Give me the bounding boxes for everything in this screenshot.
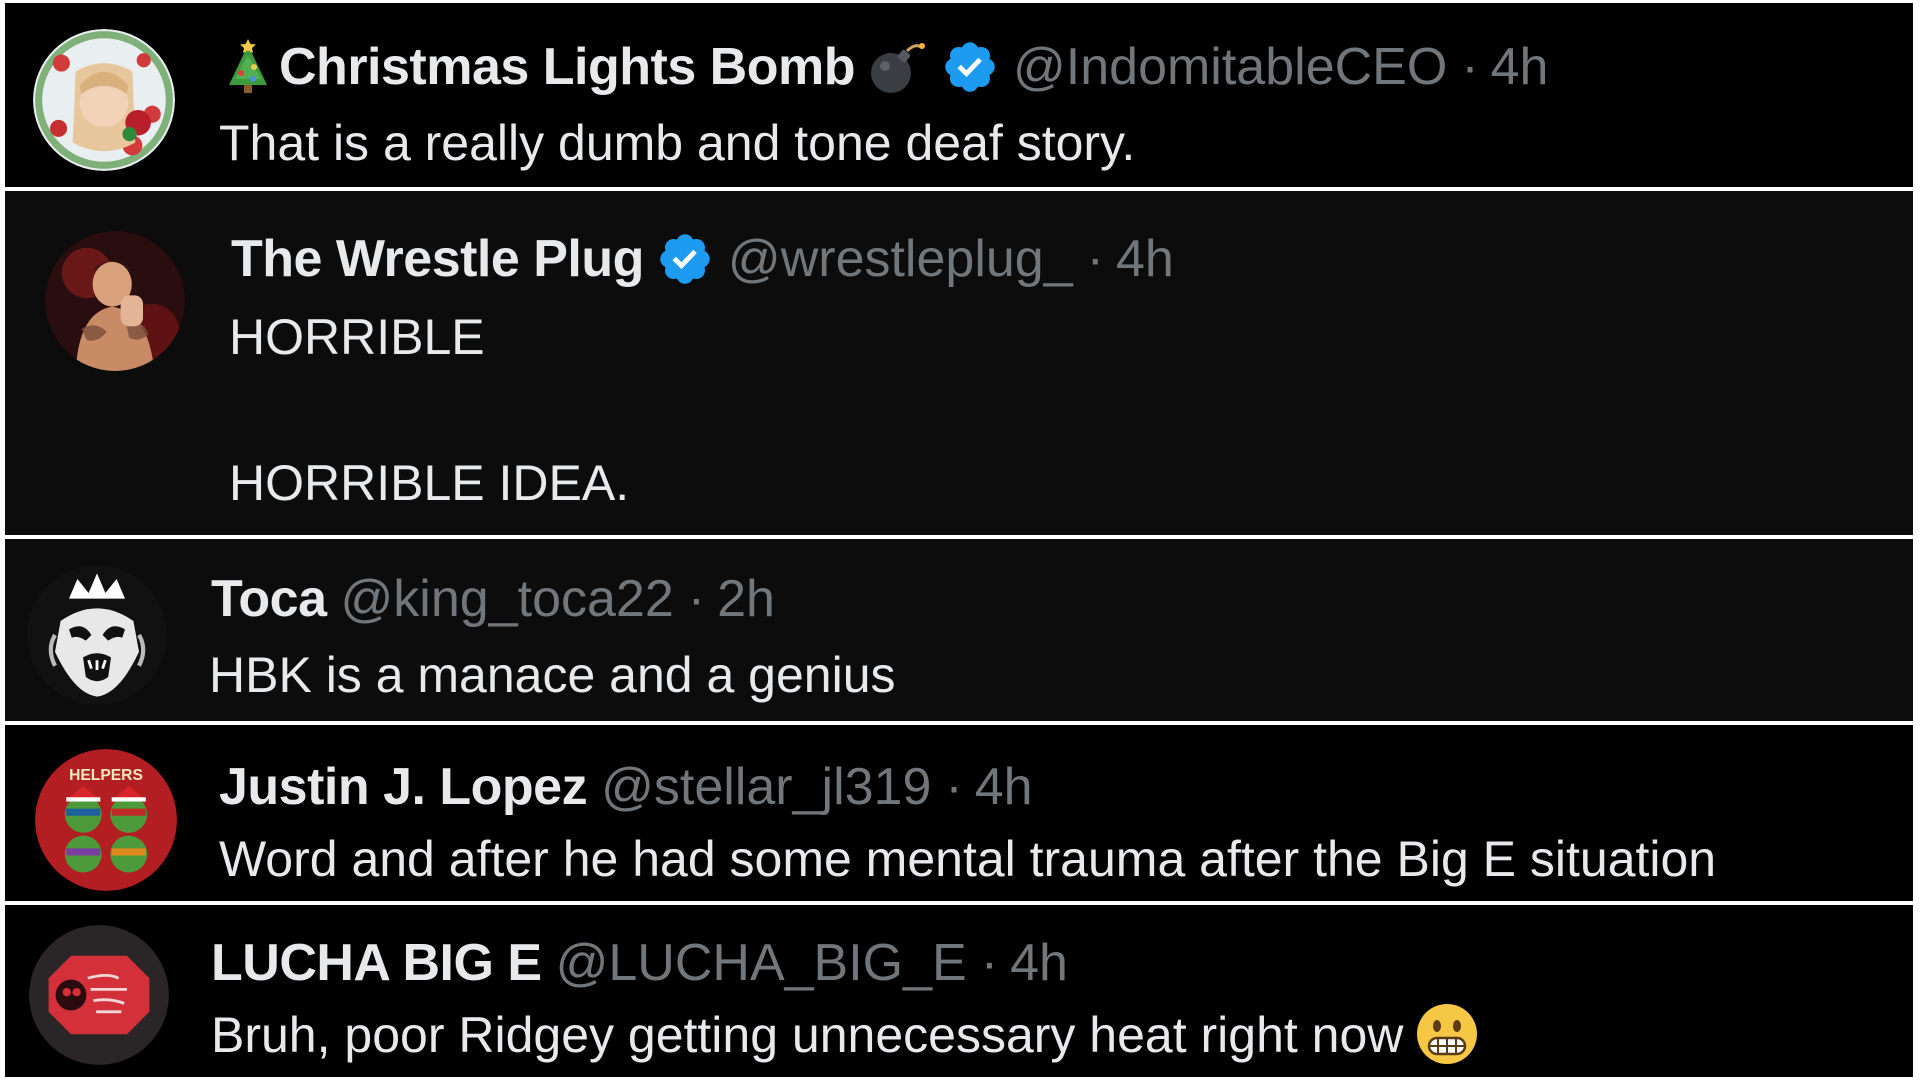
tweet-text: Bruh, poor Ridgey getting unnecessary he… xyxy=(211,1002,1479,1066)
tweet-header: Justin J. Lopez @stellar_jl319 · 4h xyxy=(219,757,1033,817)
avatar-helpers-text: HELPERS xyxy=(69,767,143,784)
display-name[interactable]: Justin J. Lopez xyxy=(219,757,588,817)
tweet-header: Christmas Lights Bomb @IndomitableCEO · … xyxy=(223,37,1548,97)
verified-badge-icon xyxy=(941,38,999,96)
grimacing-face-icon xyxy=(1415,1002,1479,1066)
tweet-text-line: HBK is a manace and a genius xyxy=(209,647,896,703)
avatar[interactable] xyxy=(45,231,185,371)
user-handle[interactable]: @stellar_jl319 xyxy=(601,757,931,817)
separator-dot: · xyxy=(1086,230,1104,288)
user-handle[interactable]: @wrestleplug_ xyxy=(728,229,1073,289)
tweet-text-line: That is a really dumb and tone deaf stor… xyxy=(219,115,1136,171)
tweet-reply[interactable]: LUCHA BIG E @LUCHA_BIG_E · 4h Bruh, poor… xyxy=(2,902,1916,1080)
display-name[interactable]: Christmas Lights Bomb xyxy=(279,37,856,97)
user-handle[interactable]: @king_toca22 xyxy=(341,569,674,629)
user-handle[interactable]: @IndomitableCEO xyxy=(1013,37,1447,97)
separator-dot: · xyxy=(945,758,963,816)
separator-dot: · xyxy=(980,934,999,992)
timestamp[interactable]: 4h xyxy=(975,757,1033,817)
avatar[interactable] xyxy=(27,565,167,705)
display-name[interactable]: LUCHA BIG E xyxy=(211,933,542,993)
reply-screenshot-collage: Christmas Lights Bomb @IndomitableCEO · … xyxy=(0,0,1920,1080)
tweet-header: LUCHA BIG E @LUCHA_BIG_E · 4h xyxy=(211,933,1068,993)
verified-badge-icon xyxy=(656,230,714,288)
tweet-reply[interactable]: The Wrestle Plug @wrestleplug_ · 4h HORR… xyxy=(2,188,1916,538)
timestamp[interactable]: 4h xyxy=(1116,229,1174,289)
avatar[interactable]: HELPERS xyxy=(35,749,177,891)
tweet-text-line: Word and after he had some mental trauma… xyxy=(219,831,1717,887)
display-name[interactable]: Toca xyxy=(211,569,327,629)
christmas-tree-icon xyxy=(223,39,273,95)
separator-dot: · xyxy=(1461,38,1479,96)
tweet-reply[interactable]: Christmas Lights Bomb @IndomitableCEO · … xyxy=(2,0,1916,190)
timestamp[interactable]: 2h xyxy=(717,569,775,629)
tweet-text-line: HORRIBLE IDEA. xyxy=(229,455,630,511)
tweet-text: Word and after he had some mental trauma… xyxy=(219,829,1716,889)
user-handle[interactable]: @LUCHA_BIG_E xyxy=(556,933,967,993)
bomb-icon xyxy=(865,39,929,95)
tweet-text: HBK is a manace and a genius xyxy=(209,645,896,705)
tweet-text-line: HORRIBLE xyxy=(229,309,485,365)
timestamp[interactable]: 4h xyxy=(1010,933,1068,993)
separator-dot: · xyxy=(687,570,706,628)
timestamp[interactable]: 4h xyxy=(1491,37,1549,97)
display-name[interactable]: The Wrestle Plug xyxy=(231,229,644,289)
avatar[interactable] xyxy=(29,925,169,1065)
tweet-text: That is a really dumb and tone deaf stor… xyxy=(219,113,1135,173)
avatar[interactable] xyxy=(33,29,175,171)
tweet-reply[interactable]: Toca @king_toca22 · 2h HBK is a manace a… xyxy=(2,536,1916,724)
tweet-header: The Wrestle Plug @wrestleplug_ · 4h xyxy=(231,229,1174,289)
tweet-text-line: Bruh, poor Ridgey getting unnecessary he… xyxy=(211,1007,1404,1063)
tweet-header: Toca @king_toca22 · 2h xyxy=(211,569,775,629)
tweet-text: HORRIBLE HORRIBLE IDEA. xyxy=(229,307,629,513)
tweet-reply[interactable]: HELPERS Justin J. Lopez @stellar_jl319 ·… xyxy=(2,722,1916,904)
